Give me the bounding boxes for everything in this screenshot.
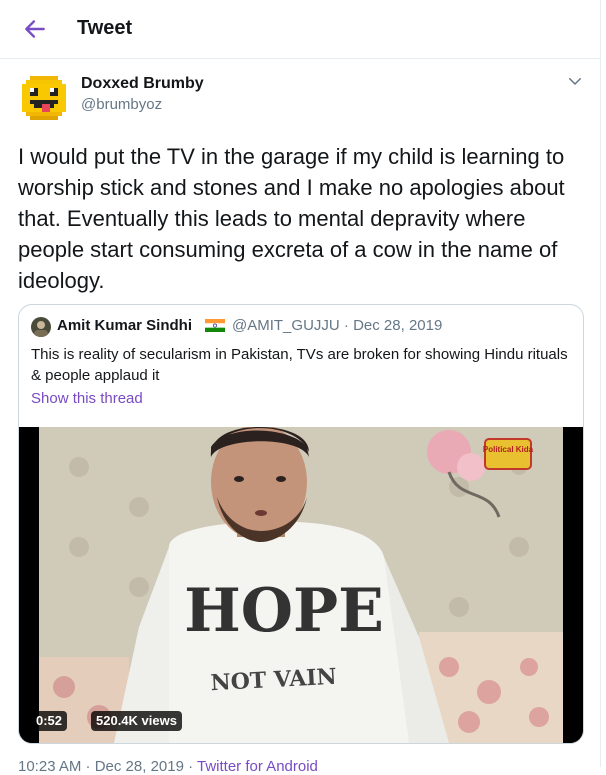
quoted-meta: @AMIT_GUJJU · Dec 28, 2019 (232, 317, 442, 334)
meta-separator: · (339, 317, 354, 334)
page-title: Tweet (77, 17, 133, 39)
chevron-down-icon[interactable] (566, 72, 584, 90)
video-frame: Political Kida HOPE NOT VAIN (19, 427, 583, 743)
video-player[interactable]: Political Kida HOPE NOT VAIN 0:52 520.4K… (19, 427, 583, 743)
tweet-detail-panel: Tweet Doxxed Brumby @brumbyoz I would pu… (0, 0, 601, 775)
india-flag-icon (205, 319, 225, 332)
back-arrow-icon[interactable] (22, 16, 48, 42)
tweet-text: I would put the TV in the garage if my c… (18, 144, 565, 293)
quoted-author-avatar[interactable] (31, 317, 51, 337)
svg-text:Political Kida: Political Kida (483, 445, 534, 454)
video-duration-badge: 0:52 (31, 711, 68, 731)
page-header: Tweet (0, 0, 600, 59)
show-thread-link[interactable]: Show this thread (31, 390, 143, 407)
quoted-tweet-card[interactable]: Amit Kumar Sindhi @AMIT_GUJJU · Dec 28, … (18, 304, 584, 744)
video-views-badge: 520.4K views (91, 711, 182, 731)
author-handle[interactable]: @brumbyoz (81, 96, 162, 113)
author-avatar[interactable] (18, 72, 70, 124)
shirt-text: HOPE (184, 576, 384, 646)
quoted-date[interactable]: Dec 28, 2019 (353, 317, 442, 334)
quoted-author-handle[interactable]: @AMIT_GUJJU (232, 317, 340, 334)
channel-watermark: Political Kida (483, 438, 534, 470)
quoted-tweet-text: This is reality of secularism in Pakista… (31, 346, 568, 384)
author-name[interactable]: Doxxed Brumby (81, 75, 204, 93)
quoted-author-name[interactable]: Amit Kumar Sindhi (57, 317, 192, 334)
